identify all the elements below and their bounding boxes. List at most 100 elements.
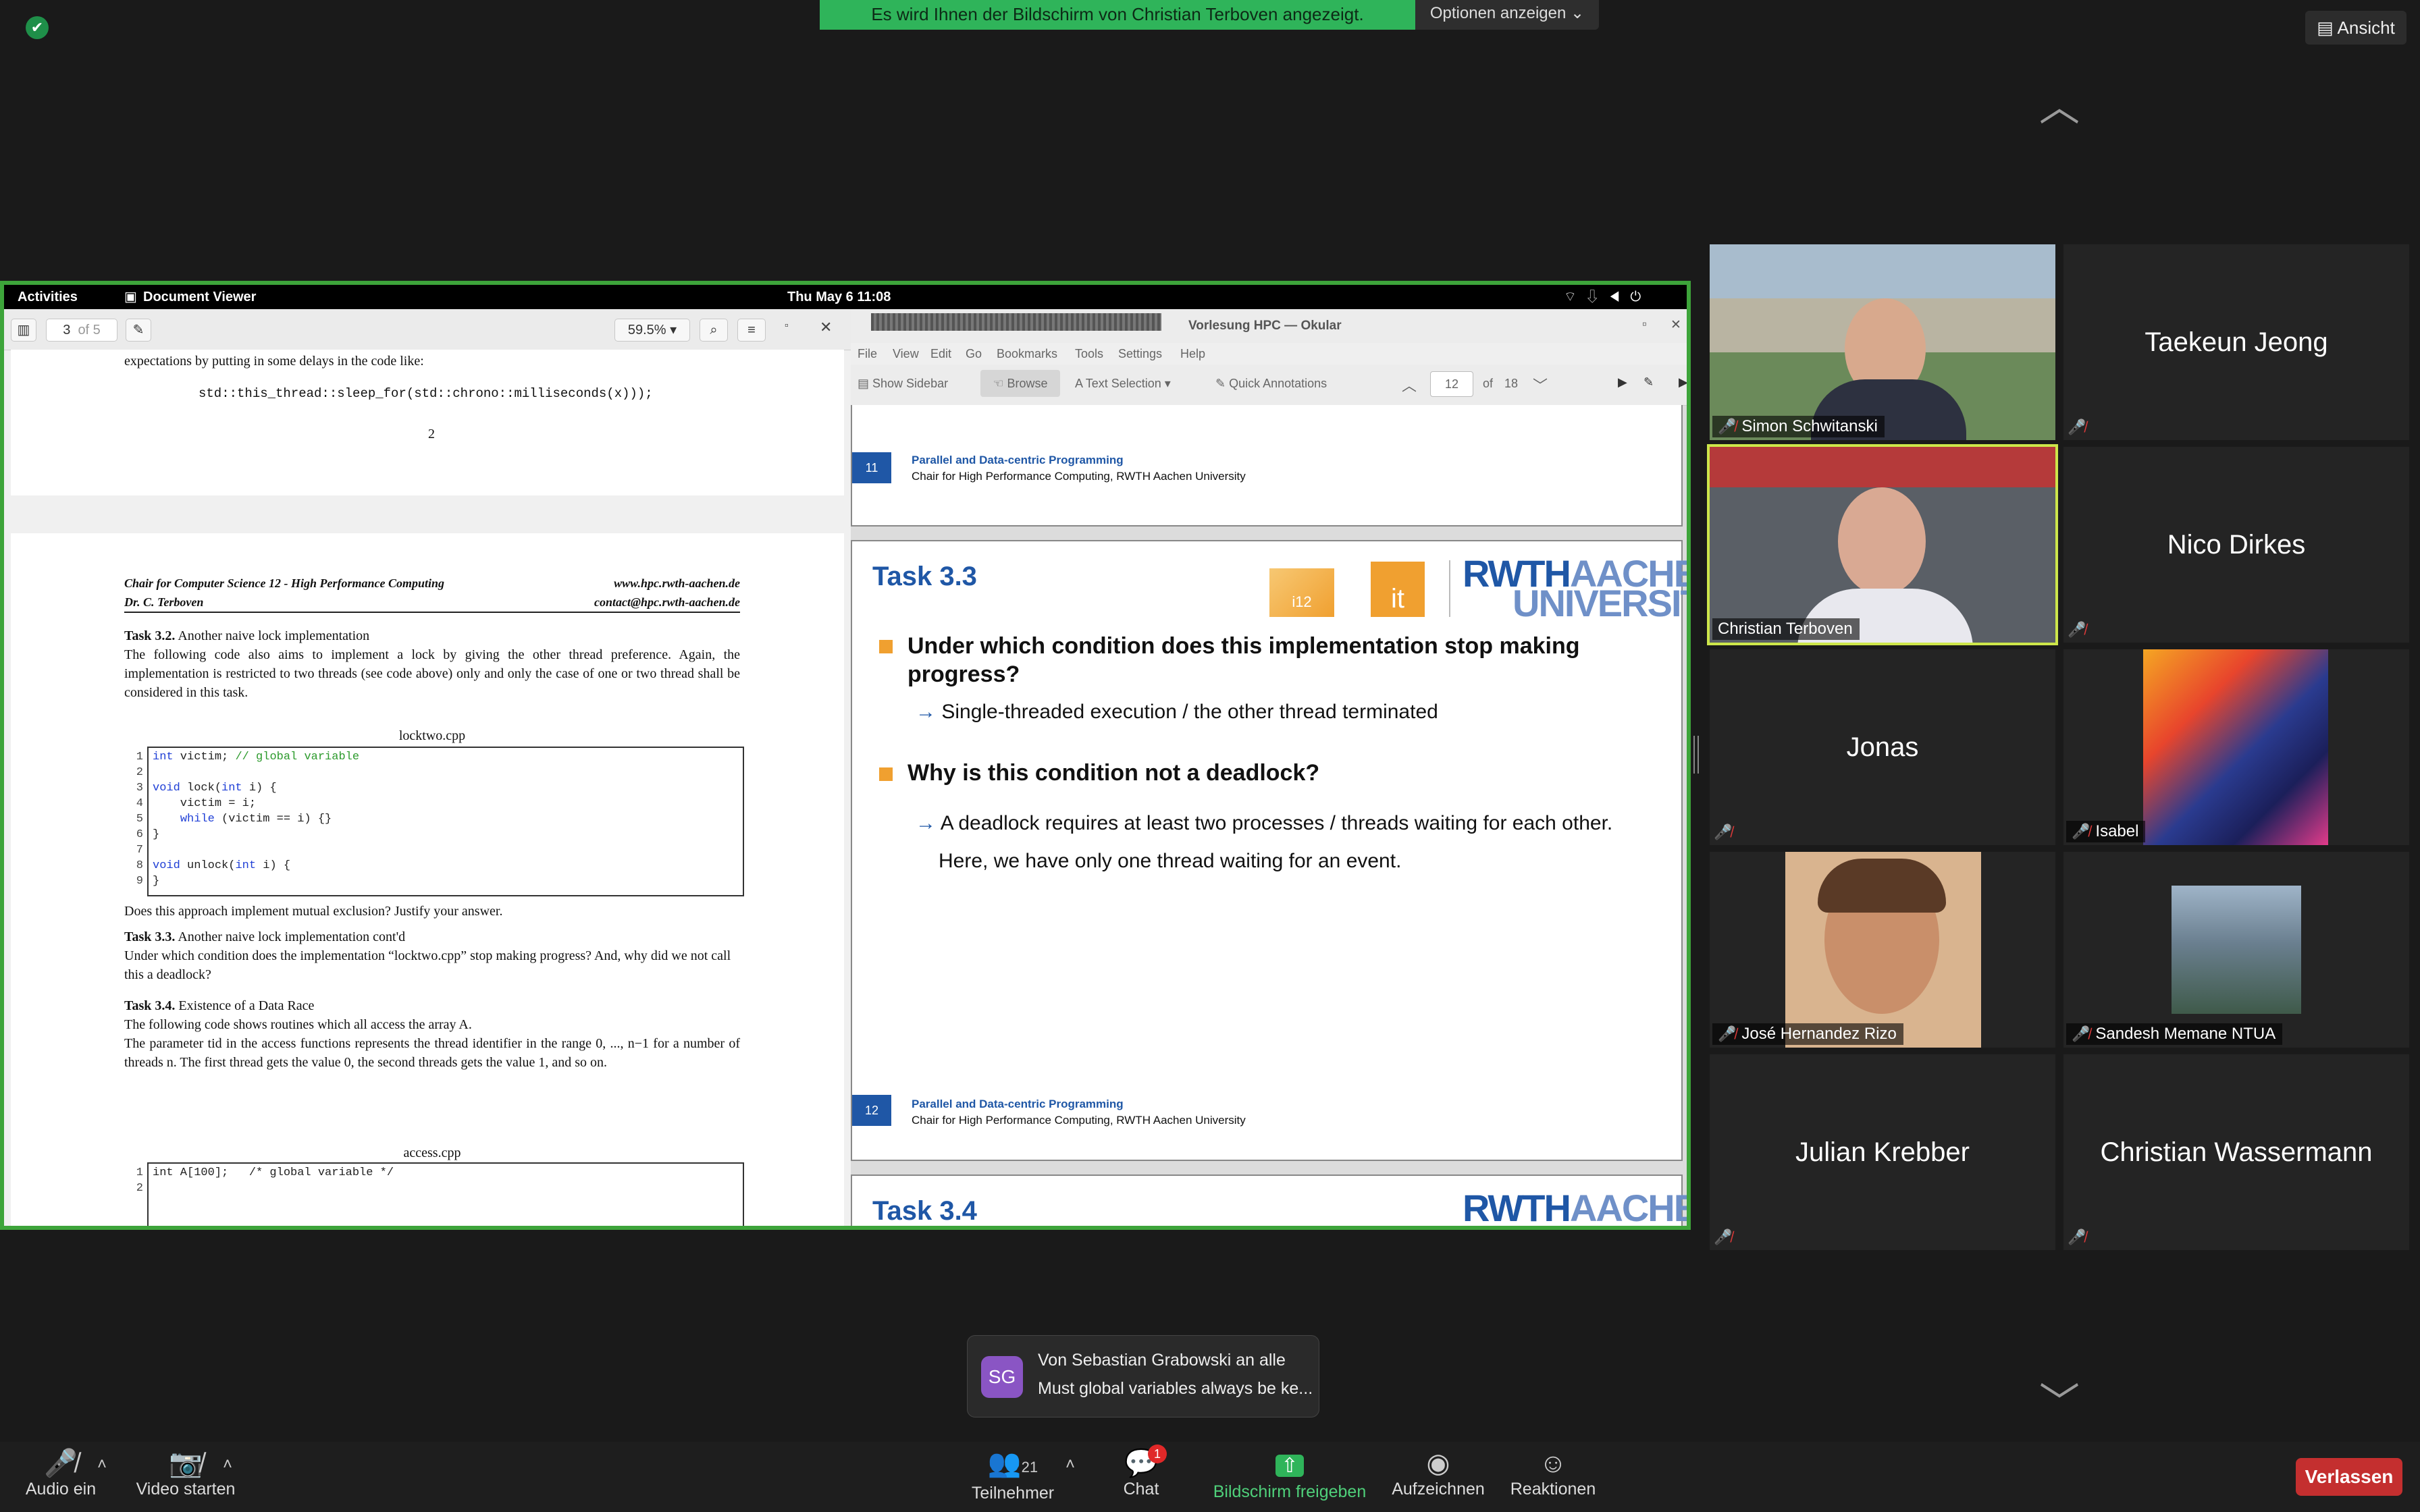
browse-tool-button[interactable]: ☜ Browse <box>980 370 1060 397</box>
slide11-footer-sub: Chair for High Performance Computing, RW… <box>912 470 1246 483</box>
participants-button[interactable]: 👥21 Teilnehmer <box>959 1447 1067 1503</box>
menu-tools[interactable]: Tools <box>1075 347 1103 361</box>
page-field[interactable]: 3 of 5 <box>46 319 117 342</box>
participant-label: 🎤̸ Simon Schwitanski <box>1712 416 1885 437</box>
clock[interactable]: Thu May 6 11:08 <box>787 285 891 309</box>
play-icon[interactable]: ▶ <box>1618 375 1627 389</box>
participant-tile-simon[interactable]: 🎤̸ Simon Schwitanski <box>1710 244 2055 440</box>
chat-message: Must global variables always be ke... <box>1038 1379 1313 1398</box>
page-current: 3 <box>63 323 71 338</box>
view-button[interactable]: ▤ Ansicht <box>2305 11 2406 45</box>
menu-bookmarks[interactable]: Bookmarks <box>997 347 1057 361</box>
leave-button[interactable]: Verlassen <box>2296 1458 2402 1496</box>
menu-settings[interactable]: Settings <box>1118 347 1162 361</box>
slide-title: Task 3.3 <box>872 562 977 591</box>
quick-annotations-button[interactable]: ✎ Quick Annotations <box>1215 377 1327 391</box>
okular-titlebar: Vorlesung HPC — Okular ▫ ✕ <box>851 309 1687 343</box>
activities-label[interactable]: Activities <box>18 285 78 309</box>
page-header: Chair for Computer Science 12 - High Per… <box>124 574 740 612</box>
scroll-down-icon[interactable]: ﹀ <box>2039 1370 2080 1429</box>
emoji-icon: ☺ <box>1539 1449 1567 1478</box>
rwth-logo-next: RWTHAACHEN <box>1463 1189 1687 1226</box>
menu-help[interactable]: Help <box>1180 347 1205 361</box>
view-options-button[interactable]: Optionen anzeigen ⌄ <box>1415 0 1599 30</box>
answer-2: → A deadlock requires at least two proce… <box>916 805 1612 880</box>
audio-button[interactable]: 🎤̸ Audio ein <box>20 1447 101 1499</box>
show-sidebar-button[interactable]: ▤ Show Sidebar <box>858 377 948 391</box>
next-page-icon[interactable]: ﹀ <box>1533 374 1548 396</box>
chat-notification[interactable]: SG Von Sebastian Grabowski an alle Must … <box>967 1335 1319 1418</box>
menu-edit[interactable]: Edit <box>930 347 951 361</box>
split-handle[interactable] <box>1693 736 1699 774</box>
scroll-up-icon[interactable]: ︿ <box>2039 74 2080 133</box>
mic-muted-icon: 🎤̸ <box>44 1449 78 1478</box>
prev-page-icon[interactable]: ︿ <box>1402 374 1417 396</box>
menu-file[interactable]: File <box>858 347 877 361</box>
line-numbers-2: 12 <box>136 1166 143 1195</box>
record-label: Aufzeichnen <box>1392 1480 1485 1498</box>
slide-a2-1: A deadlock requires at least two process… <box>940 812 1613 834</box>
slide-a1: Single-threaded execution / the other th… <box>941 701 1438 723</box>
next-slide-title: Task 3.4 <box>872 1196 977 1226</box>
gnome-topbar: Activities ▣ Document Viewer Thu May 6 1… <box>4 285 1687 309</box>
document-page-3: Chair for Computer Science 12 - High Per… <box>11 533 844 1226</box>
header-right-2: contact@hpc.rwth-aachen.de <box>594 595 740 609</box>
participant-tile-taekeun[interactable]: Taekeun Jeong 🎤̸ <box>2063 244 2409 440</box>
mic-muted-icon: 🎤̸ <box>2068 418 2086 435</box>
text-selection-button[interactable]: A Text Selection ▾ <box>1075 377 1171 391</box>
chat-label: Chat <box>1123 1480 1159 1498</box>
question-2-bullet: Why is this condition not a deadlock? <box>879 760 1319 786</box>
prev-page-text: expectations by putting in some delays i… <box>124 354 424 369</box>
sidebar-toggle-icon[interactable]: ▥ <box>11 319 36 342</box>
participants-label: Teilnehmer <box>971 1484 1055 1503</box>
participant-name: Simon Schwitanski <box>1741 417 1878 435</box>
app-name[interactable]: Document Viewer <box>143 285 256 309</box>
participant-tile-julian[interactable]: Julian Krebber 🎤̸ <box>1710 1054 2055 1250</box>
system-tray-icons[interactable]: ⌔⇩◀⏻ <box>1564 285 1650 309</box>
audio-options-chevron-icon[interactable]: ˄ <box>97 1455 107 1474</box>
more-icon[interactable]: ▶ <box>1679 375 1687 389</box>
menu-go[interactable]: Go <box>966 347 982 361</box>
code-block-locktwo: 123456789 int victim; // global variable… <box>136 747 744 896</box>
grid-icon: ▤ <box>2317 18 2338 38</box>
annotate-pencil-icon[interactable]: ✎ <box>126 319 151 342</box>
shared-screen: Activities ▣ Document Viewer Thu May 6 1… <box>0 281 1691 1230</box>
participant-tile-christian-terboven[interactable]: Christian Terboven <box>1707 444 2058 645</box>
header-rule <box>124 612 740 613</box>
hair <box>1818 859 1946 913</box>
slide-logos: i12 it RWTHAACHENUNIVERSITY <box>1269 555 1687 622</box>
participant-tile-nico[interactable]: Nico Dirkes 🎤̸ <box>2063 447 2409 643</box>
maximize-icon[interactable]: ▫ <box>785 320 789 332</box>
participant-tile-jonas[interactable]: Jonas 🎤̸ <box>1710 649 2055 845</box>
okular-close-icon[interactable]: ✕ <box>1671 317 1681 333</box>
code1-title: locktwo.cpp <box>398 728 466 743</box>
quick-annotations-label: Quick Annotations <box>1229 377 1327 390</box>
record-button[interactable]: ◉ Aufzeichnen <box>1384 1447 1492 1499</box>
zoom-select[interactable]: 59.5% ▾ <box>614 319 690 342</box>
participant-tile-jose[interactable]: 🎤̸ José Hernandez Rizo <box>1710 852 2055 1048</box>
okular-page-input[interactable]: 12 <box>1430 371 1473 397</box>
participant-tile-sandesh[interactable]: 🎤̸ Sandesh Memane NTUA <box>2063 852 2409 1048</box>
security-shield-icon[interactable]: ✔ <box>26 16 49 39</box>
slide-q1: Under which condition does this implemen… <box>908 633 1580 687</box>
okular-menubar: File View Edit Go Bookmarks Tools Settin… <box>851 343 1687 364</box>
search-icon[interactable]: ⌕ <box>700 319 728 342</box>
participant-tile-isabel[interactable]: 🎤̸ Isabel <box>2063 649 2409 845</box>
share-screen-button[interactable]: ⇧ Bildschirm freigeben <box>1202 1447 1377 1502</box>
participants-options-chevron-icon[interactable]: ˄ <box>1066 1455 1075 1474</box>
pen-icon[interactable]: ✎ <box>1643 375 1654 389</box>
browse-label: Browse <box>1007 377 1048 390</box>
close-icon[interactable]: ✕ <box>820 319 832 336</box>
reactions-button[interactable]: ☺ Reaktionen <box>1506 1447 1600 1499</box>
participant-tile-christian-wassermann[interactable]: Christian Wassermann 🎤̸ <box>2063 1054 2409 1250</box>
mic-muted-icon: 🎤̸ <box>1714 1228 1733 1245</box>
text-selection-label: Text Selection <box>1085 377 1161 390</box>
participant-name: Christian Wassermann <box>2100 1137 2373 1167</box>
slide12-footer-title: Parallel and Data-centric Programming <box>912 1098 1124 1110</box>
video-options-chevron-icon[interactable]: ˄ <box>223 1455 232 1474</box>
rwth-logo-3: UNIVERSITY <box>1512 582 1687 624</box>
menu-view[interactable]: View <box>893 347 919 361</box>
avatar-image <box>2143 649 2328 845</box>
okular-maximize-icon[interactable]: ▫ <box>1642 317 1647 332</box>
menu-icon[interactable]: ≡ <box>737 319 766 342</box>
